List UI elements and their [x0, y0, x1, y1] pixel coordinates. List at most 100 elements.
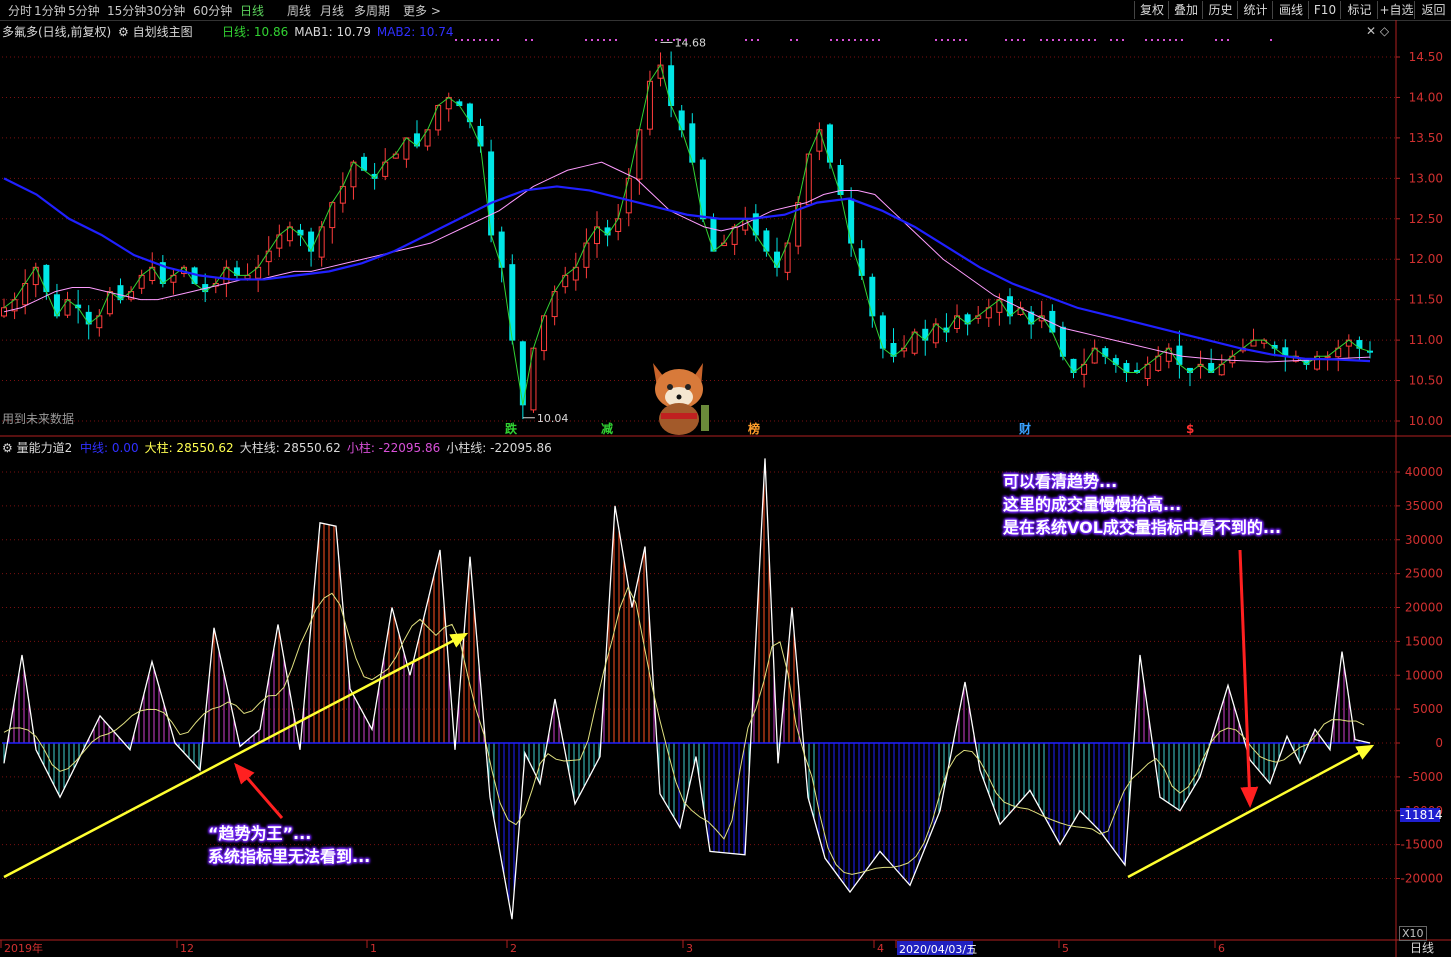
period-toolbar: 分时 1分钟 5分钟 15分钟 30分钟 60分钟 日线 周线 月线 多周期 更多 > 复权 叠加 历史…	[0, 0, 1451, 21]
timeframe-tab[interactable]: 5分钟	[68, 2, 100, 19]
candle-body	[562, 274, 569, 288]
timeframe-tab[interactable]: 周线	[287, 2, 311, 19]
toolbar-button[interactable]: +自选	[1377, 1, 1415, 19]
annotation-left-line2: 系统指标里无法看到...	[208, 847, 371, 866]
signal-dot	[830, 39, 832, 41]
ma-long-line	[3, 177, 1371, 363]
panel-controls[interactable]: ✕ ◇	[1366, 24, 1389, 38]
timeframe-tab[interactable]: 分时	[8, 2, 32, 19]
signal-dot	[615, 39, 617, 41]
signal-dot	[1017, 39, 1019, 41]
candle-body	[1144, 363, 1151, 380]
candle-body	[1155, 355, 1162, 371]
signal-dot	[1094, 39, 1096, 41]
signal-dot	[947, 39, 949, 41]
signal-dot	[1005, 39, 1007, 41]
y-tick-label: 10.50	[1409, 374, 1443, 388]
main-panel-title: 多氟多(日线,前复权)	[2, 25, 112, 39]
diamond-icon: ◇	[1379, 24, 1390, 38]
x-tick-label: 5	[1062, 942, 1069, 955]
signal-dot	[585, 39, 587, 41]
signal-dot	[655, 39, 657, 41]
signal-dot	[757, 39, 759, 41]
signal-dot	[1070, 39, 1072, 41]
y-tick-label: 12.50	[1409, 212, 1443, 226]
timeframe-tab[interactable]: 1分钟	[34, 2, 66, 19]
signal-dot	[1052, 39, 1054, 41]
candle-body	[286, 226, 293, 242]
signal-dot	[796, 39, 798, 41]
signal-dot	[467, 39, 469, 41]
annotation-right-line2: 这里的成交量慢慢抬高...	[1003, 495, 1182, 514]
annotation-left-line1: “趋势为王”...	[208, 824, 312, 843]
x-tick-label: 4	[877, 942, 884, 955]
signal-dot	[603, 39, 605, 41]
y-tick-label: 10000	[1405, 668, 1443, 682]
annotation-right-line1: 可以看清趋势...	[1003, 472, 1118, 491]
y-tick-label: 11.00	[1409, 333, 1443, 347]
timeframe-tab[interactable]: 月线	[320, 2, 344, 19]
toolbar-button[interactable]: 叠加	[1168, 1, 1203, 19]
toolbar-button[interactable]: 历史	[1202, 1, 1238, 19]
signal-dot	[745, 39, 747, 41]
toolbar-button[interactable]: 返回	[1414, 1, 1451, 19]
indicator-value: 小柱: -22095.86	[346, 441, 441, 455]
signal-dot	[860, 39, 862, 41]
subtitle-text: 自划线主图	[132, 25, 193, 39]
pointer-arrow-right	[1238, 549, 1259, 808]
signal-dot	[1088, 39, 1090, 41]
gear-icon[interactable]: ⚙	[2, 441, 13, 455]
toolbar-button[interactable]: 标记	[1340, 1, 1378, 19]
y-tick-label: 14.00	[1409, 90, 1443, 104]
x-tick-label: 2	[510, 942, 517, 955]
toolbar-button[interactable]: 复权	[1134, 1, 1169, 19]
y-tick-label: 13.00	[1409, 171, 1443, 185]
y-tick-label: 0	[1435, 736, 1443, 750]
signal-dot	[1169, 39, 1171, 41]
timeframe-tab[interactable]: 日线	[240, 2, 264, 19]
signal-dot	[866, 39, 868, 41]
signal-dot	[485, 39, 487, 41]
y-tick-label: 12.00	[1409, 252, 1443, 266]
signal-dot	[1040, 39, 1042, 41]
signal-dot	[1122, 39, 1124, 41]
toolbar-button[interactable]: 统计	[1237, 1, 1273, 19]
signal-dot	[1221, 39, 1223, 41]
signal-dot	[673, 39, 675, 41]
gear-icon[interactable]: ⚙	[118, 25, 129, 39]
toolbar-button[interactable]: 画线	[1272, 1, 1309, 19]
event-marker: 榜	[748, 421, 760, 436]
signal-dot	[848, 39, 850, 41]
scale-badge[interactable]: X10	[1399, 926, 1427, 941]
timeframe-tab[interactable]: 60分钟	[193, 2, 232, 19]
signal-dot	[965, 39, 967, 41]
toolbar-button[interactable]: F10	[1308, 1, 1341, 19]
x-tick-label: 3	[686, 942, 693, 955]
signal-dot	[609, 39, 611, 41]
annotation-right: 可以看清趋势... 这里的成交量慢慢抬高... 是在系统VOL成交量指标中看不到…	[1003, 470, 1281, 539]
timeframe-tab[interactable]: 30分钟	[146, 2, 185, 19]
sub-indicators: 中线: 0.00 大柱: 28550.62 大柱线: 28550.62 小柱: -22…	[80, 439, 558, 456]
timeframe-tab[interactable]: 15分钟	[107, 2, 146, 19]
main-panel-subtitle[interactable]: ⚙ 自划线主图	[118, 23, 193, 40]
signal-dot	[872, 39, 874, 41]
timeframe-tab[interactable]: 多周期	[354, 2, 390, 19]
y-tick-label: 40000	[1405, 465, 1443, 479]
signal-dot	[1227, 39, 1229, 41]
x-tick-label: 12	[180, 942, 194, 955]
y-tick-label: 35000	[1405, 499, 1443, 513]
y-tick-label: 30000	[1405, 533, 1443, 547]
timeframe-tab[interactable]: 更多 >	[403, 2, 441, 19]
signal-dot	[790, 39, 792, 41]
signal-dot	[1215, 39, 1217, 41]
high-label: 14.68	[675, 36, 707, 49]
signal-dot	[1157, 39, 1159, 41]
y-tick-label: 13.50	[1409, 131, 1443, 145]
pointer-arrow-left	[234, 762, 284, 819]
x-tick-label: 2019年	[4, 941, 43, 955]
signal-dot	[597, 39, 599, 41]
indicator-value: 中线: 0.00	[80, 441, 139, 455]
current-value-badge: -11814	[1400, 808, 1443, 822]
event-marker: 财	[1018, 421, 1031, 436]
fox-mascot	[643, 357, 717, 439]
